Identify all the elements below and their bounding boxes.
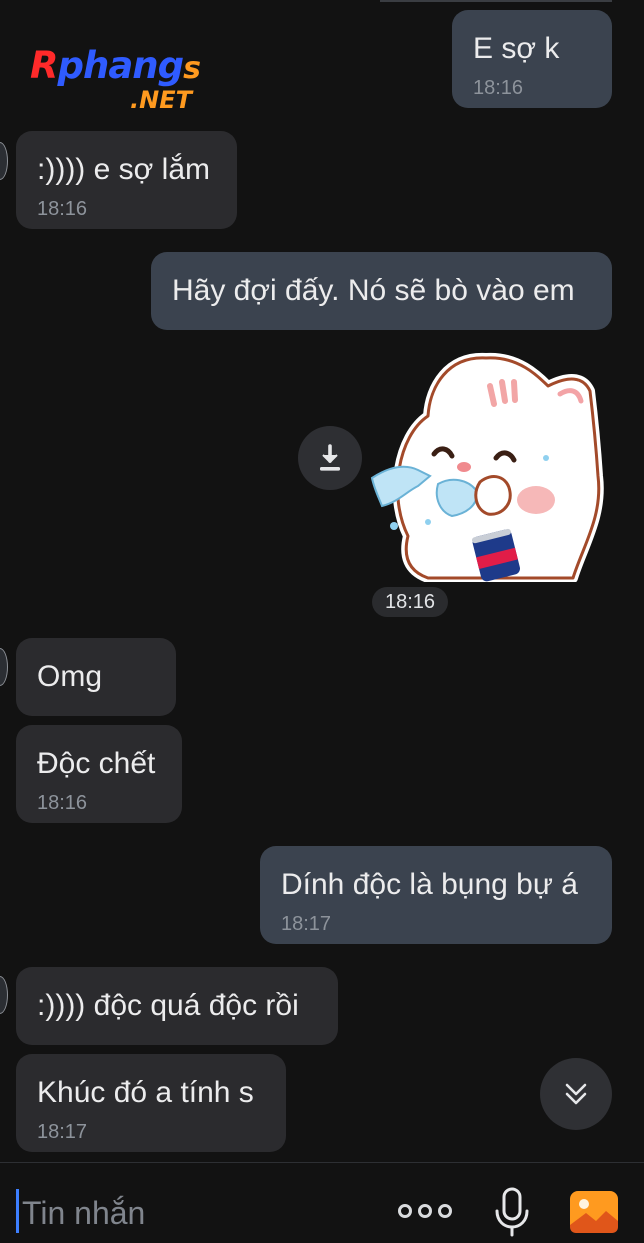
message-text: :)))) độc quá độc rồi [37,989,299,1022]
outgoing-message[interactable]: Hãy đợi đấy. Nó sẽ bò vào em [151,252,612,330]
message-text: Dính độc là bụng bự á [281,868,578,901]
watermark-domain: .NET [130,86,192,114]
microphone-icon[interactable] [492,1187,532,1237]
message-text: :)))) e sợ lắm [37,153,210,186]
message-text: Khúc đó a tính s [37,1076,254,1109]
crying-cat-drinking-sticker[interactable] [368,346,604,583]
message-time: 18:16 [473,77,524,99]
message-time: 18:17 [37,1121,88,1143]
message-text: E sợ k [473,32,560,65]
watermark-logo: Rphangs .NET [30,44,230,116]
more-options-button[interactable] [398,1199,458,1223]
message-time: 18:17 [281,913,332,935]
sender-avatar[interactable] [0,142,8,180]
text-cursor [16,1189,19,1233]
more-options-dot [438,1204,452,1218]
outgoing-message[interactable]: Dính độc là bụng bự á 18:17 [260,846,612,944]
message-text: Omg [37,660,103,693]
download-button[interactable] [298,426,362,490]
sender-avatar[interactable] [0,648,8,686]
incoming-message[interactable]: :)))) e sợ lắm 18:16 [16,131,237,229]
message-time: 18:16 [37,198,88,220]
message-composer: Tin nhắn [0,1162,644,1243]
message-text: Độc chết [37,747,156,780]
message-input[interactable]: Tin nhắn [22,1193,145,1233]
double-chevron-down-icon [565,1083,587,1105]
more-options-icon [398,1204,412,1218]
previous-message-edge [380,0,612,2]
incoming-message[interactable]: Omg [16,638,176,716]
message-text: Hãy đợi đấy. Nó sẽ bò vào em [172,274,575,307]
scroll-to-bottom-button[interactable] [540,1058,612,1130]
download-icon [320,444,340,471]
image-icon[interactable] [568,1189,620,1235]
more-options-dot [418,1204,432,1218]
outgoing-message[interactable]: E sợ k 18:16 [452,10,612,108]
message-time: 18:16 [37,792,88,814]
incoming-message[interactable]: :)))) độc quá độc rồi [16,967,338,1045]
sender-avatar[interactable] [0,976,8,1014]
watermark-brand: Rphangs [30,44,201,87]
incoming-message[interactable]: Khúc đó a tính s 18:17 [16,1054,286,1152]
incoming-message[interactable]: Độc chết 18:16 [16,725,182,823]
sticker-time: 18:16 [372,587,448,617]
